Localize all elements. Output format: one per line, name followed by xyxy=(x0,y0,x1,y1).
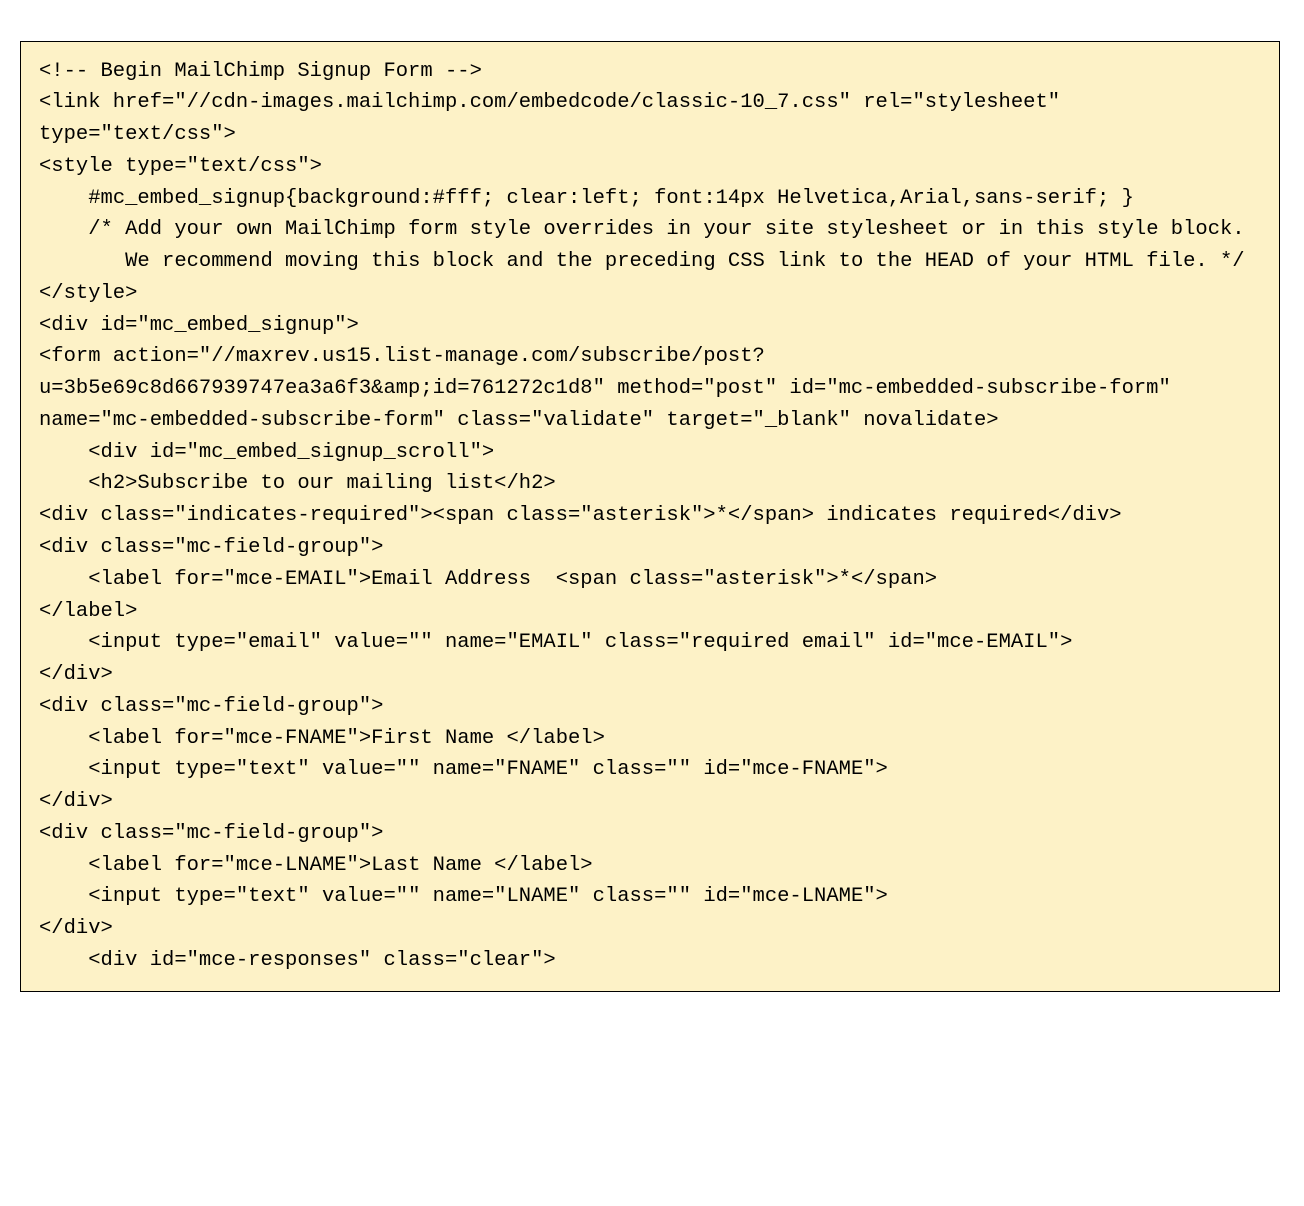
code-block: <!-- Begin MailChimp Signup Form --> <li… xyxy=(20,41,1280,992)
